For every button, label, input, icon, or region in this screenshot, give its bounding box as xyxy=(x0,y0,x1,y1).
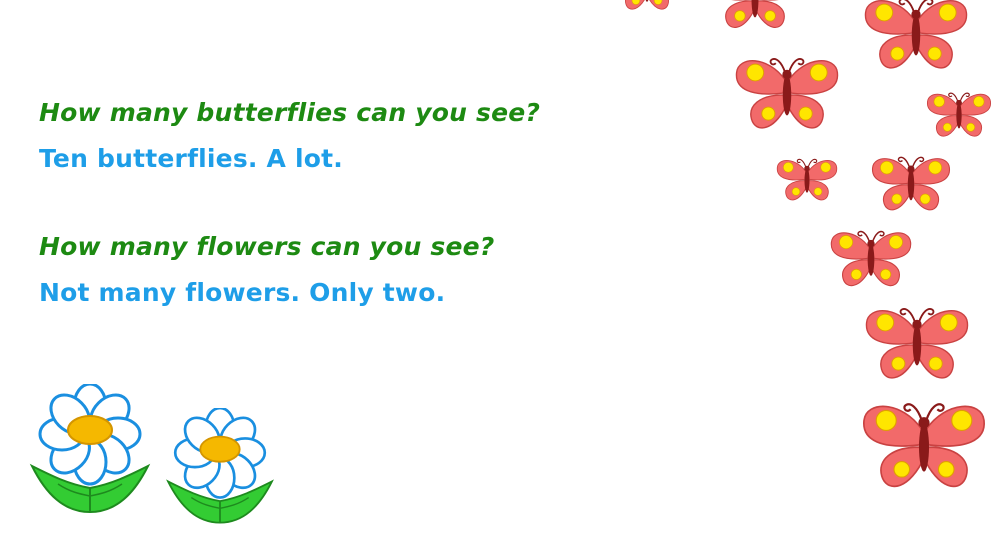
butterfly-icon xyxy=(862,403,986,488)
butterfly-icon xyxy=(865,308,969,379)
butterfly-icon xyxy=(926,92,992,137)
butterfly-icon xyxy=(735,58,839,129)
answer-butterflies: Ten butterflies. A lot. xyxy=(39,144,343,173)
butterfly-icon xyxy=(864,0,968,69)
answer-flowers: Not many flowers. Only two. xyxy=(39,278,446,307)
slide: How many butterflies can you see? Ten bu… xyxy=(0,0,996,538)
flower-icon xyxy=(30,384,150,514)
flower-icon xyxy=(166,408,274,524)
butterfly-icon xyxy=(871,156,951,211)
question-butterflies: How many butterflies can you see? xyxy=(39,98,541,127)
question-flowers: How many flowers can you see? xyxy=(39,232,495,261)
butterfly-icon xyxy=(776,158,838,201)
butterfly-icon xyxy=(713,0,797,29)
butterfly-icon xyxy=(830,230,912,287)
butterfly-icon xyxy=(616,0,678,10)
